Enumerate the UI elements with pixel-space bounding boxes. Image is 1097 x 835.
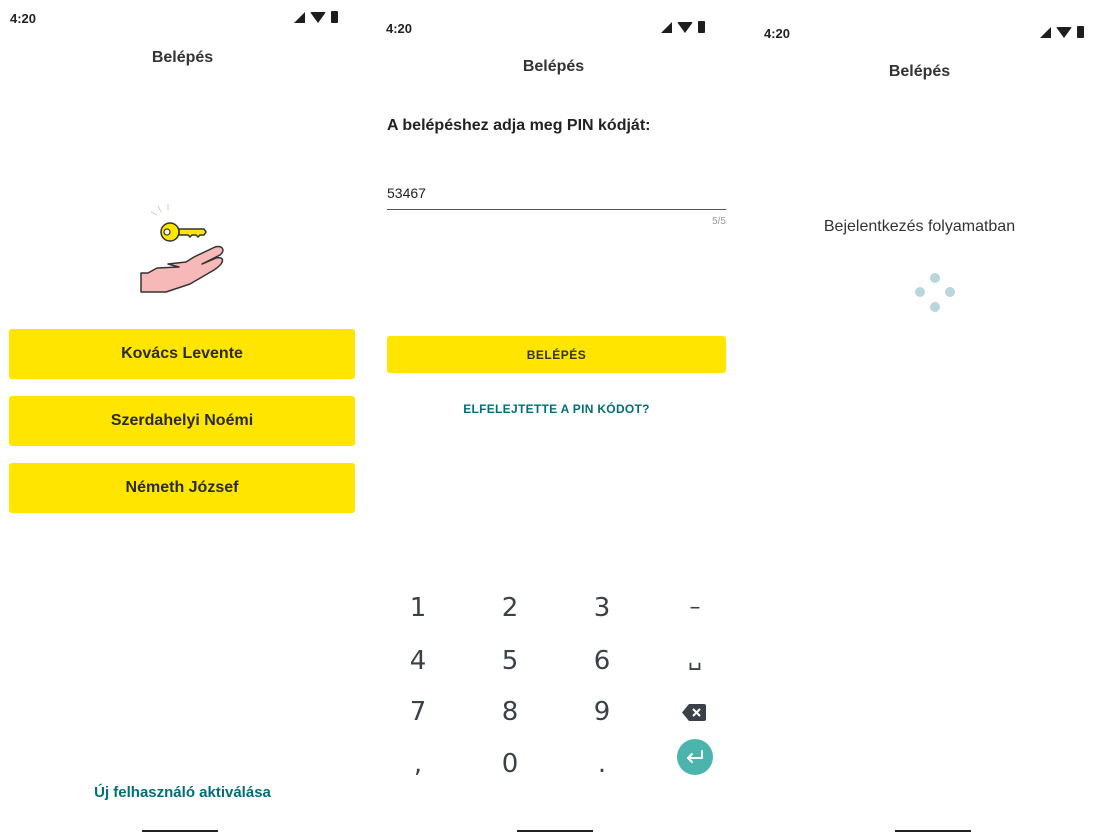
key-7[interactable]: 7 [388, 697, 448, 727]
enter-icon[interactable] [677, 739, 713, 775]
forgot-pin-link[interactable]: ELFELEJTETTE A PIN KÓDOT? [387, 402, 726, 416]
status-icons [294, 11, 338, 23]
key-comma[interactable]: , [388, 749, 448, 779]
key-space[interactable]: ␣ [665, 646, 725, 671]
battery-icon [1077, 26, 1084, 38]
home-indicator[interactable] [517, 830, 593, 832]
status-icons [1040, 26, 1084, 38]
login-status-text: Bejelentkezés folyamatban [823, 218, 1016, 235]
pin-char-counter: 5/5 [712, 216, 726, 227]
activate-new-user-link[interactable]: Új felhasználó aktiválása [0, 784, 365, 801]
status-time: 4:20 [764, 26, 791, 41]
signal-icon [661, 21, 672, 33]
status-time: 4:20 [386, 21, 413, 36]
pin-prompt: A belépéshez adja meg PIN kódját: [387, 117, 651, 134]
key-dash[interactable]: – [665, 595, 725, 620]
signal-icon [294, 11, 305, 23]
login-button[interactable]: BELÉPÉS [387, 336, 726, 373]
wifi-icon [310, 11, 326, 23]
key-3[interactable]: 3 [572, 593, 632, 623]
backspace-icon[interactable] [682, 704, 706, 721]
key-4[interactable]: 4 [388, 646, 448, 676]
key-9[interactable]: 9 [572, 697, 632, 727]
battery-icon [331, 11, 338, 23]
wifi-icon [677, 21, 693, 33]
pin-input[interactable]: 53467 [387, 183, 726, 210]
key-5[interactable]: 5 [480, 646, 540, 676]
key-0[interactable]: 0 [480, 749, 540, 779]
home-indicator[interactable] [142, 830, 218, 832]
battery-icon [698, 21, 705, 33]
user-button-szerdahelyi-noemi[interactable]: Szerdahelyi Noémi [9, 396, 355, 446]
pin-entry-screen: 4:20 Belépés A belépéshez adja meg PIN k… [365, 0, 742, 835]
page-title: Belépés [522, 58, 585, 75]
page-title: Belépés [151, 49, 214, 66]
loading-spinner-icon [912, 271, 955, 315]
key-8[interactable]: 8 [480, 697, 540, 727]
key-6[interactable]: 6 [572, 646, 632, 676]
status-time: 4:20 [10, 11, 37, 26]
key-2[interactable]: 2 [480, 593, 540, 623]
user-button-nemeth-jozsef[interactable]: Németh József [9, 463, 355, 513]
key-dot[interactable]: . [572, 749, 632, 779]
page-title: Belépés [888, 63, 951, 80]
wifi-icon [1056, 26, 1072, 38]
user-select-screen: 4:20 Belépés Kovács Levente Szerdahelyi … [0, 0, 365, 835]
home-indicator[interactable] [895, 830, 971, 832]
key-hand-icon [140, 204, 224, 293]
user-button-kovacs-levente[interactable]: Kovács Levente [9, 329, 355, 379]
status-icons [661, 21, 705, 33]
signal-icon [1040, 26, 1051, 38]
logging-in-screen: 4:20 Belépés Bejelentkezés folyamatban [742, 0, 1097, 835]
key-1[interactable]: 1 [388, 593, 448, 623]
